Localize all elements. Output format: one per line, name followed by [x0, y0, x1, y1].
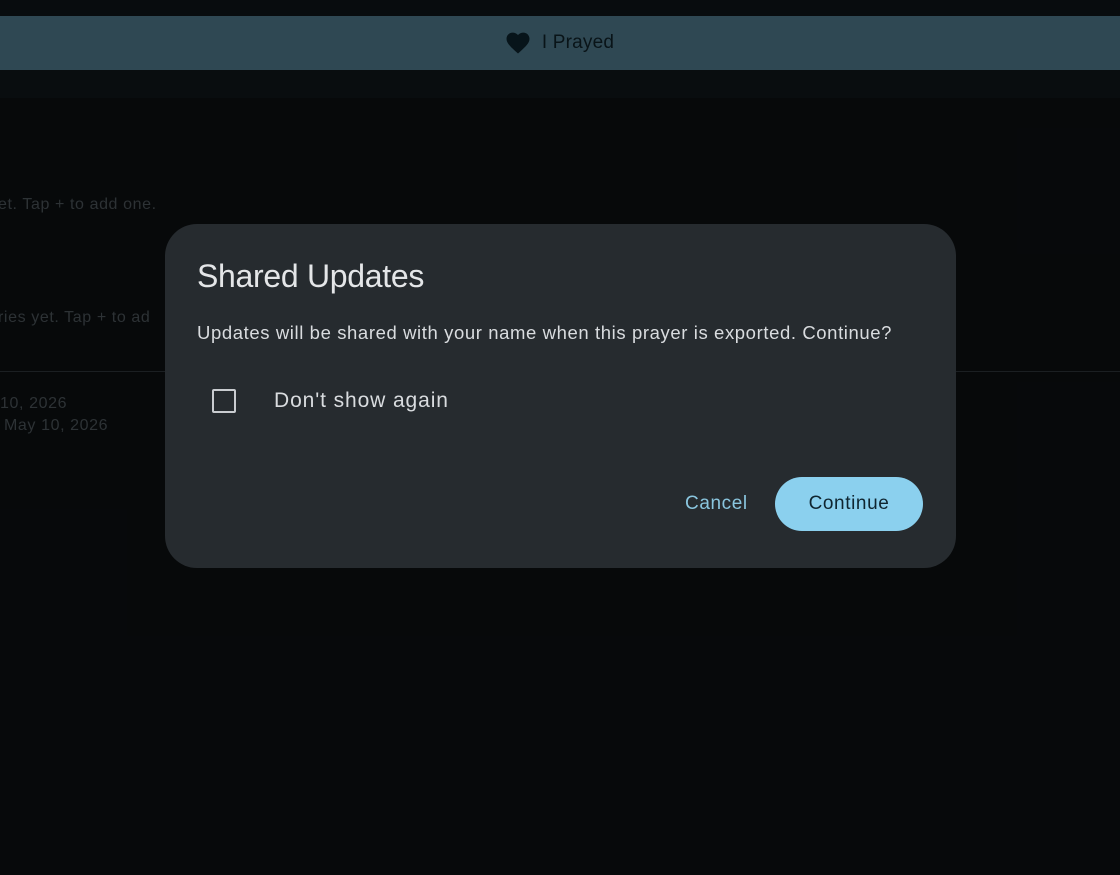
shared-updates-dialog: Shared Updates Updates will be shared wi…	[165, 224, 956, 568]
continue-button[interactable]: Continue	[775, 477, 923, 531]
app-screen: I Prayed et. Tap + to add one. ries yet.…	[0, 0, 1120, 875]
checkbox-label: Don't show again	[274, 389, 449, 412]
checkbox-icon[interactable]	[212, 389, 236, 413]
dialog-message: Updates will be shared with your name wh…	[197, 322, 893, 343]
dialog-title: Shared Updates	[197, 258, 425, 294]
dont-show-again-checkbox[interactable]: Don't show again	[203, 378, 449, 424]
cancel-button[interactable]: Cancel	[671, 477, 762, 531]
